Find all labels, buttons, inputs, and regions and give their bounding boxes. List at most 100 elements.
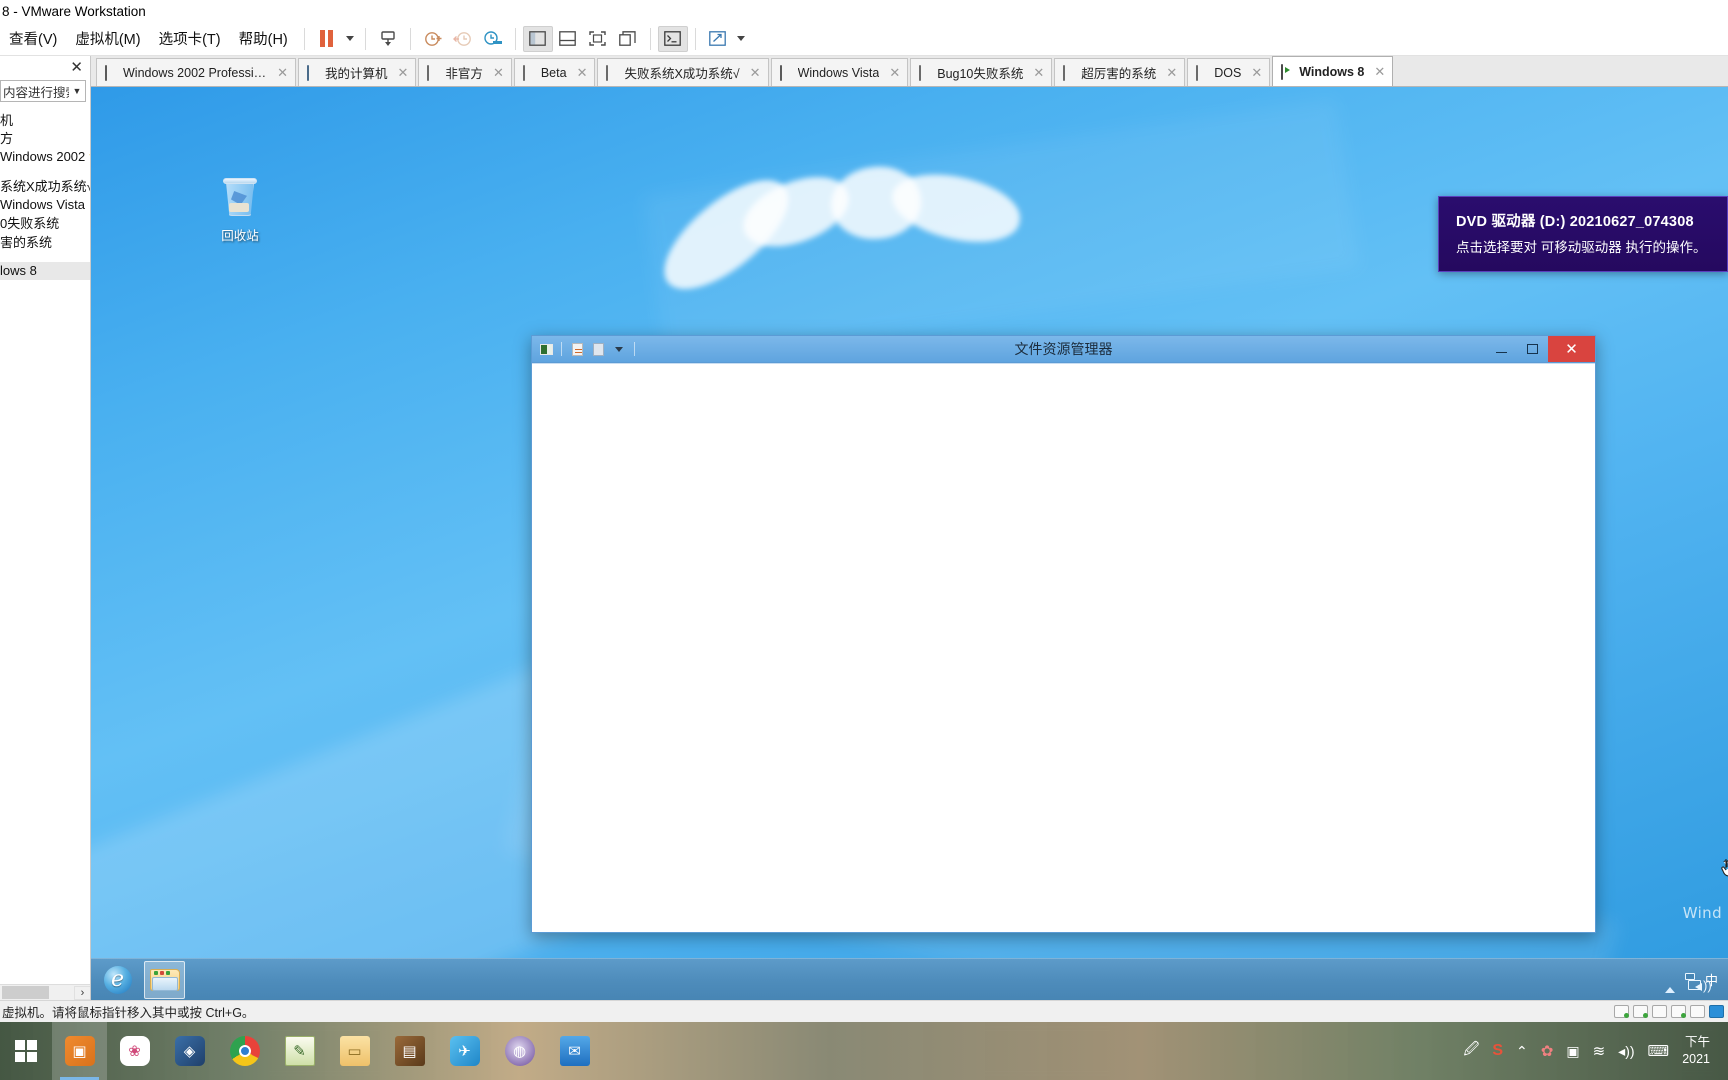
stretch-icon[interactable] (703, 26, 733, 52)
customize-qat-caret-icon[interactable] (610, 340, 628, 358)
tray-volume-icon[interactable]: ◂)) (1618, 1043, 1634, 1060)
revert-snapshot-icon[interactable] (448, 26, 478, 52)
scrollbar-thumb[interactable] (2, 986, 49, 999)
host-windows-taskbar: ▣ ❀ ◈ ✎ ▭ ▤ ✈ ◍ ✉ 🖉 S ⌃ ✿ ▣ ≋ ◂)) ⌨ 下午 2 (0, 1022, 1728, 1080)
toolbar-dropdown-icon[interactable] (733, 26, 749, 52)
taskbar-vmware-workstation-icon[interactable]: ▣ (52, 1022, 107, 1080)
show-library-icon[interactable] (522, 25, 553, 52)
tab-label: DOS (1214, 65, 1242, 80)
tab-close-icon[interactable]: ✕ (1166, 65, 1177, 81)
tab-close-icon[interactable]: ✕ (1033, 65, 1044, 81)
tab-close-icon[interactable]: ✕ (398, 65, 409, 81)
taskbar-video-editor-icon[interactable]: ▤ (382, 1022, 437, 1080)
library-item-0[interactable]: 机 (0, 110, 90, 129)
explorer-properties-icon[interactable] (537, 340, 555, 358)
tab-close-icon[interactable]: ✕ (577, 65, 588, 81)
library-item-label: 系统X成功系统√ (0, 179, 90, 195)
menu-help[interactable]: 帮助(H) (230, 24, 297, 53)
send-ctrl-alt-del-icon[interactable] (373, 26, 403, 52)
tray-screenshot-icon[interactable]: ▣ (1566, 1043, 1579, 1060)
recycle-bin-icon[interactable]: 回收站 (204, 177, 276, 244)
menu-view[interactable]: 查看(V) (0, 24, 66, 53)
tab-dos[interactable]: DOS ✕ (1187, 58, 1271, 86)
library-item-4[interactable]: Windows Vista (0, 195, 90, 214)
floppy-icon[interactable] (1652, 1005, 1667, 1018)
toolbar-separator (409, 27, 411, 50)
library-item-5[interactable]: 0失败系统 (0, 214, 90, 233)
close-icon[interactable]: ✕ (67, 58, 86, 76)
tab-bug10-failed-system[interactable]: Bug10失败系统 ✕ (910, 58, 1053, 86)
tray-keyboard-icon[interactable]: ⌨ (1648, 1042, 1670, 1060)
tab-unofficial[interactable]: 非官方 ✕ (418, 58, 512, 86)
dvd-autoplay-toast[interactable]: DVD 驱动器 (D:) 20210627_074308 点击选择要对 可移动驱… (1438, 196, 1728, 272)
tab-my-computer[interactable]: 我的计算机 ✕ (298, 58, 417, 86)
tab-close-icon[interactable]: ✕ (1374, 64, 1385, 80)
menu-virtual-machine[interactable]: 虚拟机(M) (66, 24, 149, 53)
cd-drive-icon[interactable] (1633, 1005, 1648, 1018)
taskbar-file-explorer-icon[interactable] (144, 960, 185, 999)
power-dropdown-caret-icon[interactable] (342, 26, 358, 52)
taskbar-chrome-icon[interactable] (217, 1022, 272, 1080)
guest-screen[interactable]: 回收站 DVD 驱动器 (D:) 20210627_074308 点击选择要对 … (91, 87, 1728, 1000)
tab-close-icon[interactable]: ✕ (750, 65, 761, 81)
taskbar-telegram-icon[interactable]: ✈ (437, 1022, 492, 1080)
tab-windows-8[interactable]: Windows 8 ✕ (1272, 56, 1394, 86)
pause-icon[interactable] (312, 26, 342, 52)
tray-editor-icon[interactable]: 🖉 (1463, 1039, 1479, 1064)
file-explorer-window[interactable]: 文件资源管理器 ✕ (531, 335, 1596, 933)
tray-sogou-pinwheel-icon[interactable]: ✿ (1541, 1042, 1554, 1060)
properties-icon[interactable] (589, 340, 607, 358)
taskbar-virtualbox-icon[interactable]: ◈ (162, 1022, 217, 1080)
taskbar-clock[interactable]: 下午 2021 (1682, 1034, 1716, 1068)
explorer-content-area[interactable] (532, 363, 1595, 932)
tab-super-powerful-system[interactable]: 超厉害的系统 ✕ (1054, 58, 1186, 86)
library-search-input[interactable]: 内容进行搜索 ▼ (0, 80, 86, 102)
show-hidden-icons-caret[interactable] (1664, 972, 1675, 993)
network-icon[interactable] (1671, 1005, 1686, 1018)
taskbar-wps-icon[interactable]: ❀ (107, 1022, 162, 1080)
library-item-1[interactable]: 方 (0, 129, 90, 148)
library-tree[interactable]: 机 方 Windows 2002 ★ 系统X成功系统√ Windows Vist… (0, 106, 90, 1000)
tab-failed-x-success-system[interactable]: 失败系统X成功系统√ ✕ (597, 58, 769, 86)
tab-windows-2002-professional[interactable]: Windows 2002 Professional ✕ (96, 58, 296, 86)
taskbar-file-explorer-icon[interactable]: ▭ (327, 1022, 382, 1080)
explorer-titlebar[interactable]: 文件资源管理器 ✕ (532, 336, 1595, 363)
library-item-7[interactable]: lows 8 (0, 261, 90, 280)
windows-start-icon[interactable] (0, 1022, 52, 1080)
taskbar-mail-icon[interactable]: ✉ (547, 1022, 602, 1080)
tray-show-hidden-icons-caret[interactable]: ⌃ (1516, 1043, 1528, 1060)
full-screen-icon[interactable] (583, 26, 613, 52)
unity-mode-icon[interactable] (613, 26, 643, 52)
console-icon[interactable] (657, 25, 688, 52)
menu-tabs[interactable]: 选项卡(T) (150, 24, 230, 53)
printer-icon[interactable] (1690, 1005, 1705, 1018)
chevron-down-icon[interactable]: ▼ (69, 86, 85, 96)
tab-close-icon[interactable]: ✕ (889, 65, 900, 81)
tab-windows-vista[interactable]: Windows Vista ✕ (770, 58, 909, 86)
show-thumbnail-bar-icon[interactable] (553, 26, 583, 52)
tab-close-icon[interactable]: ✕ (493, 65, 504, 81)
library-item-2[interactable]: Windows 2002 ★ (0, 147, 90, 166)
vmware-menubar: 查看(V) 虚拟机(M) 选项卡(T) 帮助(H) (0, 22, 1728, 56)
taskbar-disc-burner-icon[interactable]: ◍ (492, 1022, 547, 1080)
close-button[interactable]: ✕ (1548, 336, 1595, 362)
new-folder-icon[interactable] (568, 340, 586, 358)
maximize-button[interactable] (1517, 336, 1548, 362)
scroll-right-arrow-icon[interactable]: › (74, 985, 90, 1000)
tab-close-icon[interactable]: ✕ (277, 65, 288, 81)
usb-icon[interactable] (1709, 1005, 1724, 1018)
tray-sogou-ime-icon[interactable]: S (1492, 1042, 1503, 1060)
taskbar-internet-explorer-icon[interactable] (97, 961, 138, 999)
library-item-6[interactable]: 害的系统 (0, 232, 90, 251)
library-item-3[interactable]: 系统X成功系统√ (0, 177, 90, 196)
tab-beta[interactable]: Beta ✕ (513, 58, 596, 86)
hard-disk-icon[interactable] (1614, 1005, 1629, 1018)
tab-close-icon[interactable]: ✕ (1251, 65, 1262, 81)
tray-wifi-icon[interactable]: ≋ (1593, 1042, 1606, 1060)
snapshot-manager-icon[interactable] (478, 26, 508, 52)
minimize-button[interactable] (1486, 336, 1517, 362)
library-horizontal-scrollbar[interactable]: › (0, 984, 90, 1000)
library-item-label: 方 (0, 131, 14, 147)
taskbar-notepad-icon[interactable]: ✎ (272, 1022, 327, 1080)
take-snapshot-icon[interactable] (418, 26, 448, 52)
